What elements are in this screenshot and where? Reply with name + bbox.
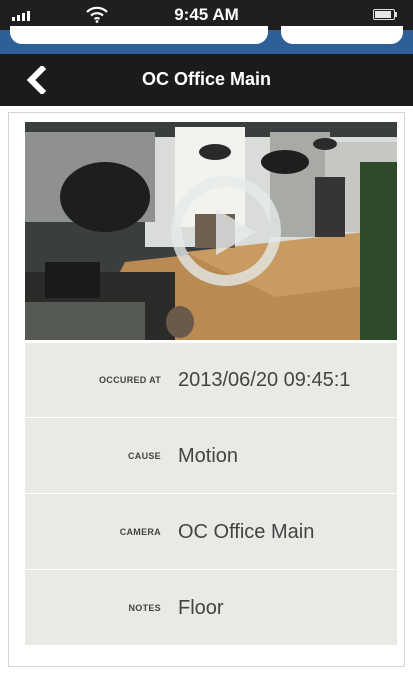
notes-value[interactable]: Floor bbox=[178, 571, 224, 646]
search-filter-field[interactable] bbox=[281, 26, 403, 44]
detail-row-camera: CAMERA OC Office Main bbox=[25, 495, 397, 570]
detail-value: Motion bbox=[178, 445, 239, 467]
play-button[interactable] bbox=[171, 176, 281, 286]
navigation-bar: OC Office Main bbox=[0, 54, 413, 106]
battery-icon bbox=[373, 9, 399, 21]
page-title: OC Office Main bbox=[141, 69, 271, 89]
event-details: OCCURED AT 2013/06/20 09:45:1 CAUSE Moti… bbox=[25, 343, 397, 645]
detail-label: NOTES bbox=[128, 603, 161, 613]
status-time: 9:45 AM bbox=[174, 5, 239, 24]
detail-row-occured-at: OCCURED AT 2013/06/20 09:45:1 bbox=[25, 343, 397, 418]
detail-value: 2013/06/20 09:45:1 bbox=[178, 369, 351, 391]
detail-label: OCCURED AT bbox=[99, 375, 161, 385]
detail-label: CAMERA bbox=[119, 527, 161, 537]
detail-row-cause: CAUSE Motion bbox=[25, 419, 397, 494]
video-thumbnail[interactable] bbox=[25, 122, 397, 340]
detail-label: CAUSE bbox=[127, 451, 161, 461]
detail-row-notes[interactable]: NOTES Floor bbox=[25, 571, 397, 646]
detail-value: OC Office Main bbox=[178, 521, 315, 543]
search-field[interactable] bbox=[10, 26, 268, 44]
search-strip bbox=[0, 26, 413, 54]
play-icon bbox=[216, 209, 256, 255]
